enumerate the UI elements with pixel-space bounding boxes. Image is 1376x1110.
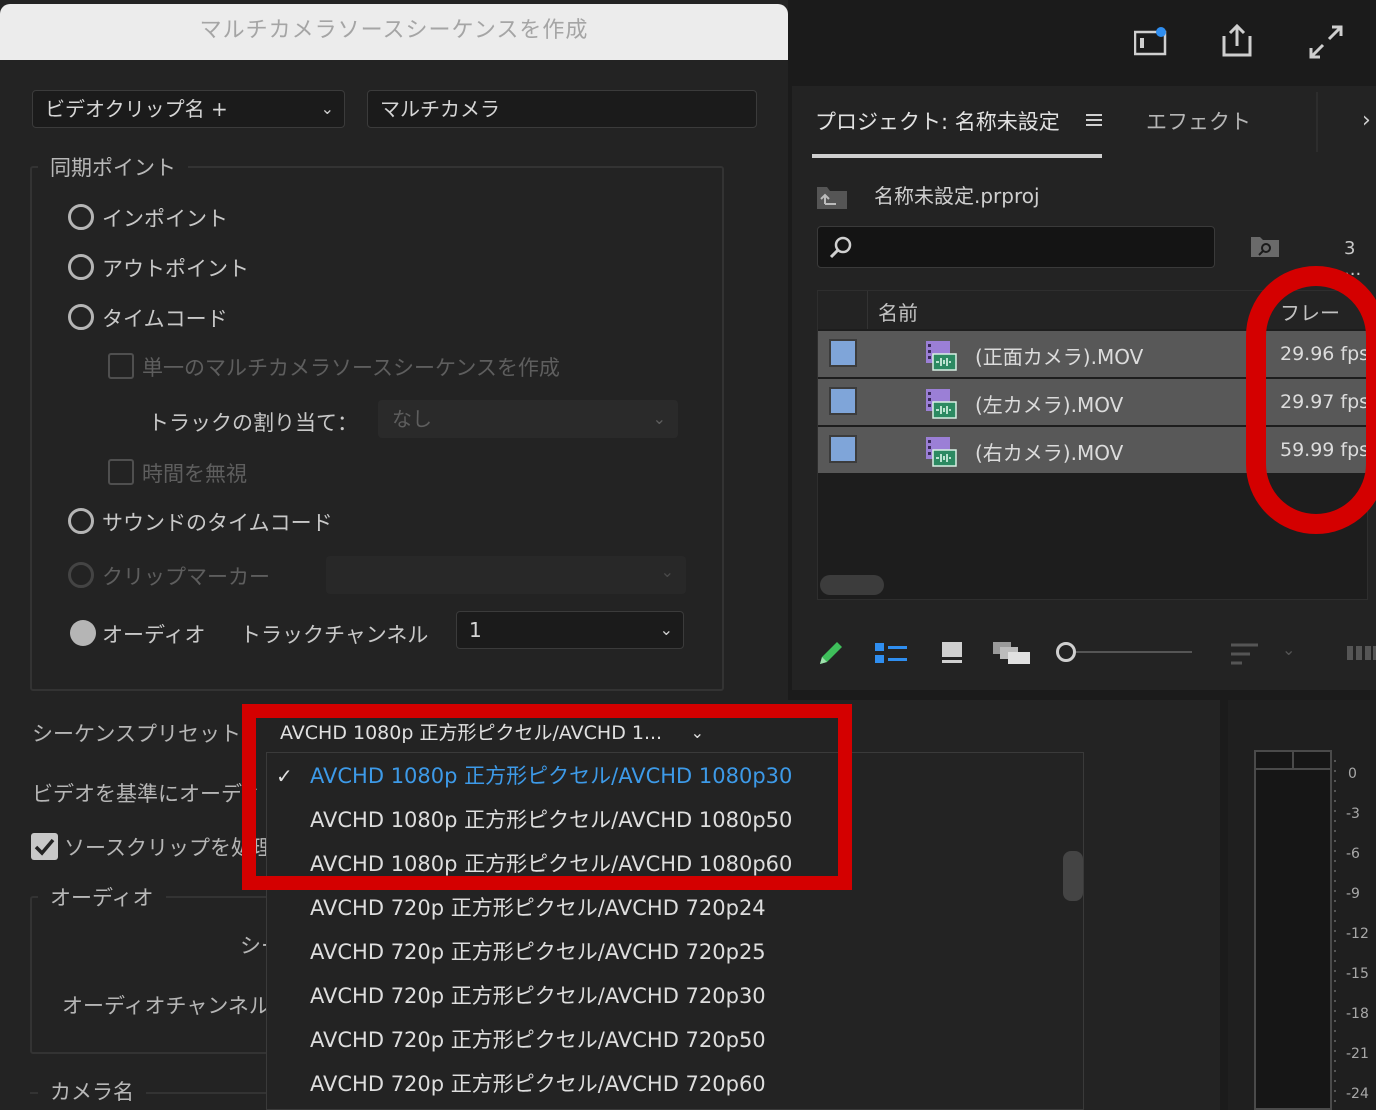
ignore-time-checkbox[interactable] xyxy=(108,459,134,485)
meter-tick: -9 xyxy=(1346,886,1360,902)
top-toolbar xyxy=(788,0,1376,82)
meter-tick: -6 xyxy=(1346,846,1360,862)
chevron-down-icon: ⌄ xyxy=(660,562,674,581)
fullscreen-icon[interactable] xyxy=(1308,24,1344,60)
horizontal-scrollbar[interactable] xyxy=(820,575,884,595)
more-tabs-icon[interactable]: › xyxy=(1362,108,1371,133)
camera-name-label: カメラ名 xyxy=(38,1076,146,1106)
radio-sound-timecode[interactable] xyxy=(68,508,94,534)
pencil-icon[interactable] xyxy=(816,638,846,668)
clip-name[interactable]: (左カメラ).MOV xyxy=(975,389,1123,418)
radio-label: オーディオ xyxy=(102,623,206,647)
clip-name-mode-select[interactable]: ビデオクリップ名 + ⌄ xyxy=(32,90,345,128)
annotation-oval xyxy=(1246,266,1376,534)
clip-name[interactable]: (右カメラ).MOV xyxy=(975,437,1123,466)
active-tab-indicator xyxy=(812,154,1102,158)
audio-channel-label: オーディオチャンネル xyxy=(62,994,270,1018)
column-name[interactable]: 名前 xyxy=(878,297,918,326)
radio-out-point[interactable] xyxy=(68,254,94,280)
checkbox-label: 時間を無視 xyxy=(142,462,247,486)
quick-export-icon[interactable] xyxy=(1133,26,1168,56)
menu-item[interactable]: AVCHD 720p 正方形ピクセル/AVCHD 720p50 xyxy=(310,1024,766,1054)
radio-timecode[interactable] xyxy=(68,304,94,330)
radio-label: クリップマーカー xyxy=(102,565,270,589)
meter-tick: -24 xyxy=(1346,1086,1369,1102)
track-assign-select[interactable]: なし ⌄ xyxy=(378,400,678,438)
checkbox-label: 単一のマルチカメラソースシーケンスを作成 xyxy=(142,356,560,380)
source-clip-checkbox[interactable] xyxy=(31,833,58,860)
video-base-audio-label: ビデオを基準にオーディ xyxy=(32,782,262,806)
video-clip-icon xyxy=(925,340,957,372)
track-assign-label: トラックの割り当て： xyxy=(148,411,358,435)
folder-up-icon[interactable] xyxy=(816,184,848,210)
label-color-swatch[interactable] xyxy=(829,387,857,415)
annotation-rectangle xyxy=(242,704,852,890)
sort-chevron-icon[interactable]: ⌄ xyxy=(1282,640,1295,659)
menu-item[interactable]: AVCHD 720p 正方形ピクセル/AVCHD 720p25 xyxy=(310,936,766,966)
radio-clip-marker[interactable] xyxy=(68,562,94,588)
track-channel-label: トラックチャンネル xyxy=(240,623,429,647)
tab-divider xyxy=(1316,92,1318,152)
freeform-view-icon[interactable] xyxy=(992,640,1032,666)
project-search-input[interactable] xyxy=(817,226,1215,268)
clip-marker-select[interactable]: ⌄ xyxy=(326,556,686,594)
zoom-slider-handle[interactable] xyxy=(1056,642,1076,662)
search-icon xyxy=(828,235,854,261)
meter-tick: -12 xyxy=(1346,926,1369,942)
audio-meter xyxy=(1254,750,1332,1110)
radio-label: インポイント xyxy=(102,207,228,231)
clip-name[interactable]: (正面カメラ).MOV xyxy=(975,341,1143,370)
menu-item[interactable]: AVCHD 720p 正方形ピクセル/AVCHD 720p60 xyxy=(310,1068,766,1098)
radio-label: タイムコード xyxy=(102,307,228,331)
audio-group-label: オーディオ xyxy=(38,882,166,912)
meter-scale xyxy=(1334,760,1336,1110)
project-file-name: 名称未設定.prproj xyxy=(874,184,1040,208)
menu-item[interactable]: AVCHD 720p 正方形ピクセル/AVCHD 720p30 xyxy=(310,980,766,1010)
select-value: 1 xyxy=(469,618,482,642)
track-channel-select[interactable]: 1 ⌄ xyxy=(456,611,684,649)
radio-in-point[interactable] xyxy=(68,204,94,230)
video-clip-icon xyxy=(925,388,957,420)
meter-tick: -18 xyxy=(1346,1006,1369,1022)
meter-tick: 0 xyxy=(1348,766,1357,782)
panel-menu-icon[interactable] xyxy=(1084,110,1104,130)
single-sequence-checkbox[interactable] xyxy=(108,353,134,379)
radio-label: サウンドのタイムコード xyxy=(102,511,333,535)
chevron-down-icon: ⌄ xyxy=(659,620,673,639)
meter-tick: -21 xyxy=(1346,1046,1369,1062)
sequence-preset-label: シーケンスプリセット xyxy=(32,722,241,746)
label-color-swatch[interactable] xyxy=(829,435,857,463)
automate-icon[interactable] xyxy=(1346,644,1376,662)
chevron-down-icon: ⌄ xyxy=(320,99,334,118)
menu-scrollbar[interactable] xyxy=(1063,851,1083,901)
sort-icon[interactable] xyxy=(1230,642,1260,666)
dialog-title: マルチカメラソースシーケンスを作成 xyxy=(0,4,788,60)
select-value: ビデオクリップ名 + xyxy=(45,97,228,121)
meter-divider xyxy=(1292,750,1294,770)
sequence-name-input[interactable]: マルチカメラ xyxy=(367,90,757,128)
select-value: なし xyxy=(392,407,432,431)
meter-tick: -15 xyxy=(1346,966,1369,982)
menu-item[interactable]: AVCHD 720p 正方形ピクセル/AVCHD 720p24 xyxy=(310,892,766,922)
tab-effects[interactable]: エフェクト xyxy=(1146,106,1251,136)
zoom-slider-track[interactable] xyxy=(1076,651,1192,653)
new-search-bin-icon[interactable] xyxy=(1250,234,1280,258)
sync-point-label: 同期ポイント xyxy=(38,152,188,182)
header-divider xyxy=(867,291,868,329)
chevron-down-icon: ⌄ xyxy=(652,409,666,428)
video-clip-icon xyxy=(925,436,957,468)
list-view-icon[interactable] xyxy=(874,640,908,666)
icon-view-icon[interactable] xyxy=(940,640,966,666)
radio-label: アウトポイント xyxy=(102,257,249,281)
tab-project[interactable]: プロジェクト: 名称未設定 xyxy=(815,106,1060,136)
radio-audio-selected[interactable] xyxy=(70,620,96,646)
label-color-swatch[interactable] xyxy=(829,339,857,367)
share-icon[interactable] xyxy=(1220,22,1254,58)
meter-tick: -3 xyxy=(1346,806,1360,822)
